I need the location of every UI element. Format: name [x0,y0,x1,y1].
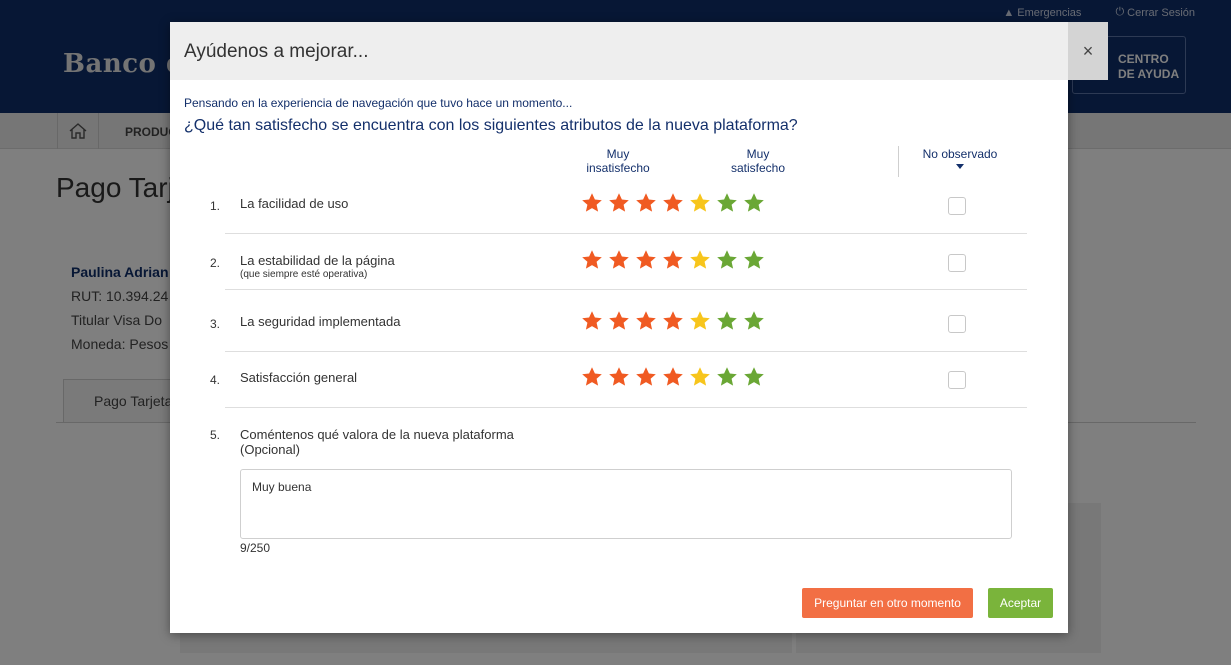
close-button[interactable]: × [1068,22,1108,80]
not-observed-checkbox[interactable] [948,315,966,333]
ask-later-button[interactable]: Preguntar en otro momento [802,588,973,618]
row-divider [225,351,1027,352]
scale-label-low: Muy insatisfecho [573,147,663,175]
comment-label: Coméntenos qué valora de la nueva plataf… [240,427,514,457]
star-icon[interactable] [689,249,711,271]
modal-header: Ayúdenos a mejorar... [170,22,1068,80]
row-divider [225,233,1027,234]
item-label-text: La facilidad de uso [240,196,349,211]
item-label: La facilidad de uso [240,196,348,211]
not-observed-checkbox[interactable] [948,371,966,389]
comment-number: 5. [210,428,221,442]
star-icon[interactable] [635,249,657,271]
not-observed-checkbox[interactable] [948,254,966,272]
item-label-text: Satisfacción general [240,370,358,385]
star-icon[interactable] [743,310,765,332]
star-icon[interactable] [581,249,603,271]
item-label-text: La estabilidad de la página [240,253,395,268]
scale-low-line-2: insatisfecho [586,161,650,175]
star-icon[interactable] [581,192,603,214]
star-icon[interactable] [581,366,603,388]
item-label: Satisfacción general [240,370,357,385]
star-icon[interactable] [662,366,684,388]
star-rating [581,249,765,271]
star-icon[interactable] [608,249,630,271]
item-sublabel: (que siempre esté operativa) [240,269,368,280]
star-rating [581,310,765,332]
character-counter: 9/250 [240,541,271,555]
modal-title: Ayúdenos a mejorar... [184,41,369,62]
scale-low-line-1: Muy [606,147,630,161]
star-icon[interactable] [743,249,765,271]
item-number: 3. [210,317,221,331]
item-label-text: La seguridad implementada [240,314,401,329]
row-divider [225,407,1027,408]
comment-textarea[interactable]: Muy buena [240,469,1012,539]
caret-down-icon [956,164,964,169]
star-rating [581,366,765,388]
survey-modal: Ayúdenos a mejorar... × Pensando en la e… [170,22,1108,633]
star-icon[interactable] [662,249,684,271]
star-icon[interactable] [689,192,711,214]
column-divider [898,146,899,177]
scale-high-line-1: Muy [746,147,770,161]
item-number: 4. [210,373,221,387]
item-number: 1. [210,199,221,213]
star-icon[interactable] [716,249,738,271]
star-icon[interactable] [743,192,765,214]
star-icon[interactable] [635,310,657,332]
star-icon[interactable] [689,310,711,332]
star-icon[interactable] [635,366,657,388]
item-number: 2. [210,256,221,270]
not-observed-header: No observado [922,147,998,161]
star-icon[interactable] [716,310,738,332]
star-icon[interactable] [581,310,603,332]
star-icon[interactable] [635,192,657,214]
close-icon: × [1082,40,1094,61]
accept-button[interactable]: Aceptar [988,588,1053,618]
star-icon[interactable] [716,192,738,214]
star-icon[interactable] [608,366,630,388]
star-rating [581,192,765,214]
scale-label-high: Muy satisfecho [713,147,803,175]
star-icon[interactable] [716,366,738,388]
comment-optional: (Opcional) [240,442,300,457]
comment-label-text: Coméntenos qué valora de la nueva plataf… [240,427,514,442]
not-observed-checkbox[interactable] [948,197,966,215]
item-label: La seguridad implementada [240,314,400,329]
star-icon[interactable] [743,366,765,388]
survey-question: ¿Qué tan satisfecho se encuentra con los… [184,117,798,134]
star-icon[interactable] [608,192,630,214]
star-icon[interactable] [689,366,711,388]
star-icon[interactable] [608,310,630,332]
star-icon[interactable] [662,192,684,214]
row-divider [225,289,1027,290]
survey-intro: Pensando en la experiencia de navegación… [184,96,573,110]
star-icon[interactable] [662,310,684,332]
scale-high-line-2: satisfecho [730,161,786,175]
item-label: La estabilidad de la página (que siempre … [240,253,395,280]
